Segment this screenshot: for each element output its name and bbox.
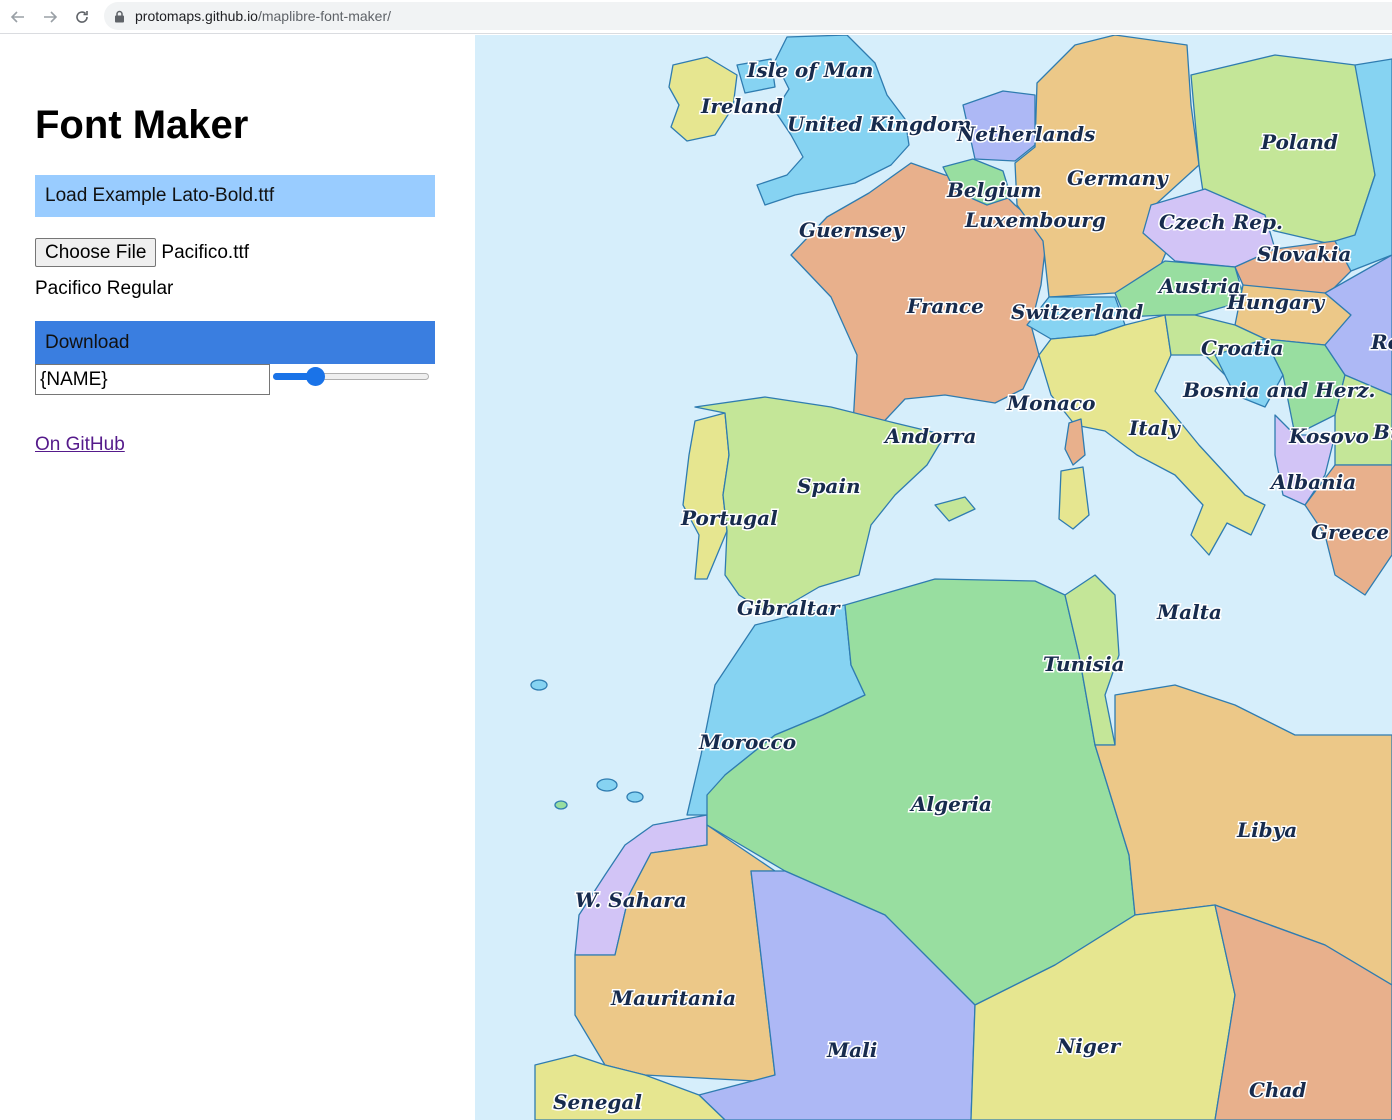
map-label-netherlands: Netherlands: [956, 122, 1095, 146]
choose-file-button[interactable]: Choose File: [35, 238, 157, 267]
map-label-w-sahara: W. Sahara: [575, 888, 687, 912]
map-label-mauritania: Mauritania: [610, 986, 736, 1010]
map-label-tunisia: Tunisia: [1043, 652, 1125, 676]
map-label-niger: Niger: [1056, 1034, 1122, 1058]
slider-thumb[interactable]: [305, 367, 325, 386]
map-label-andorra: Andorra: [883, 424, 976, 448]
map-label-kosovo: Kosovo: [1288, 424, 1369, 448]
map-label-chad: Chad: [1249, 1078, 1306, 1102]
map-label-luxembourg: Luxembourg: [964, 208, 1106, 232]
map-label-isle-of-man: Isle of Man: [746, 58, 873, 82]
map-label-greece: Greece: [1311, 520, 1389, 544]
forward-button[interactable]: [34, 3, 66, 31]
map-label-ireland: Ireland: [700, 94, 783, 118]
arrow-left-icon: [10, 10, 24, 23]
github-link[interactable]: On GitHub: [35, 434, 125, 456]
map-label-malta: Malta: [1156, 600, 1222, 624]
map-label-czech-rep: Czech Rep.: [1159, 210, 1283, 234]
name-template-input[interactable]: [35, 364, 270, 395]
corsica-shape: [1064, 418, 1086, 466]
address-bar[interactable]: protomaps.github.io/maplibre-font-maker/: [104, 2, 1392, 30]
map-label-slovakia: Slovakia: [1257, 242, 1351, 266]
balearics-shape: [934, 496, 976, 522]
map-label-libya: Libya: [1236, 818, 1297, 842]
map-label-monaco: Monaco: [1006, 391, 1096, 415]
sardinia-shape: [1058, 466, 1090, 530]
file-input[interactable]: Choose File Pacifico.ttf: [35, 238, 249, 267]
map-label-bosnia: Bosnia and Herz.: [1182, 378, 1376, 402]
map-label-guernsey: Guernsey: [799, 218, 905, 242]
island-4: [554, 800, 568, 810]
map-canvas[interactable]: Isle of Man Ireland United Kingdom Netherla…: [475, 35, 1392, 1120]
map-label-switzerland: Switzerland: [1011, 300, 1143, 324]
map-svg[interactable]: Isle of Man IrelandUnited KingdomNetherla…: [475, 35, 1392, 1120]
map-label-romania-partial: Ro: [1370, 330, 1392, 354]
map-label-hungary: Hungary: [1226, 290, 1325, 314]
sidebar-panel: Font Maker Load Example Lato-Bold.ttf Ch…: [0, 35, 475, 1120]
url-text: protomaps.github.io/maplibre-font-maker/: [135, 8, 391, 24]
download-button[interactable]: Download: [35, 321, 435, 364]
url-host: protomaps.github.io: [135, 8, 258, 24]
map-label-albania: Albania: [1269, 470, 1356, 494]
map-label-croatia: Croatia: [1201, 336, 1284, 360]
island-3: [530, 679, 548, 691]
map-label-france: France: [906, 294, 984, 318]
url-path: /maplibre-font-maker/: [257, 8, 392, 24]
island-2: [626, 791, 644, 803]
map-label-germany: Germany: [1067, 166, 1169, 190]
reload-button[interactable]: [66, 3, 98, 31]
island-1: [596, 778, 618, 792]
map-label-senegal: Senegal: [553, 1090, 642, 1114]
map-label-morocco: Morocco: [698, 730, 796, 754]
map-label-poland: Poland: [1260, 130, 1338, 154]
lock-icon: [114, 9, 126, 23]
arrow-right-icon: [44, 10, 58, 23]
map-label-spain: Spain: [797, 474, 861, 498]
size-slider[interactable]: [271, 367, 431, 387]
map-label-portugal: Portugal: [680, 506, 778, 530]
map-label-belgium: Belgium: [946, 178, 1042, 202]
map-label-united-kingdom: United Kingdom: [787, 112, 971, 136]
map-label-bulgaria-partial: Bu: [1372, 420, 1392, 444]
map-label-gibraltar: Gibraltar: [737, 596, 841, 620]
page-title: Font Maker: [35, 103, 249, 147]
load-example-button[interactable]: Load Example Lato-Bold.ttf: [35, 175, 435, 217]
back-button[interactable]: [2, 3, 34, 31]
map-label-algeria: Algeria: [909, 792, 992, 816]
font-family-name: Pacifico Regular: [35, 278, 174, 299]
browser-toolbar: protomaps.github.io/maplibre-font-maker/: [0, 0, 1392, 34]
portugal-shape: [682, 412, 730, 580]
selected-file-name: Pacifico.ttf: [161, 241, 250, 263]
reload-icon: [76, 10, 88, 23]
map-label-italy: Italy: [1128, 416, 1181, 440]
map-label-mali: Mali: [826, 1038, 877, 1062]
